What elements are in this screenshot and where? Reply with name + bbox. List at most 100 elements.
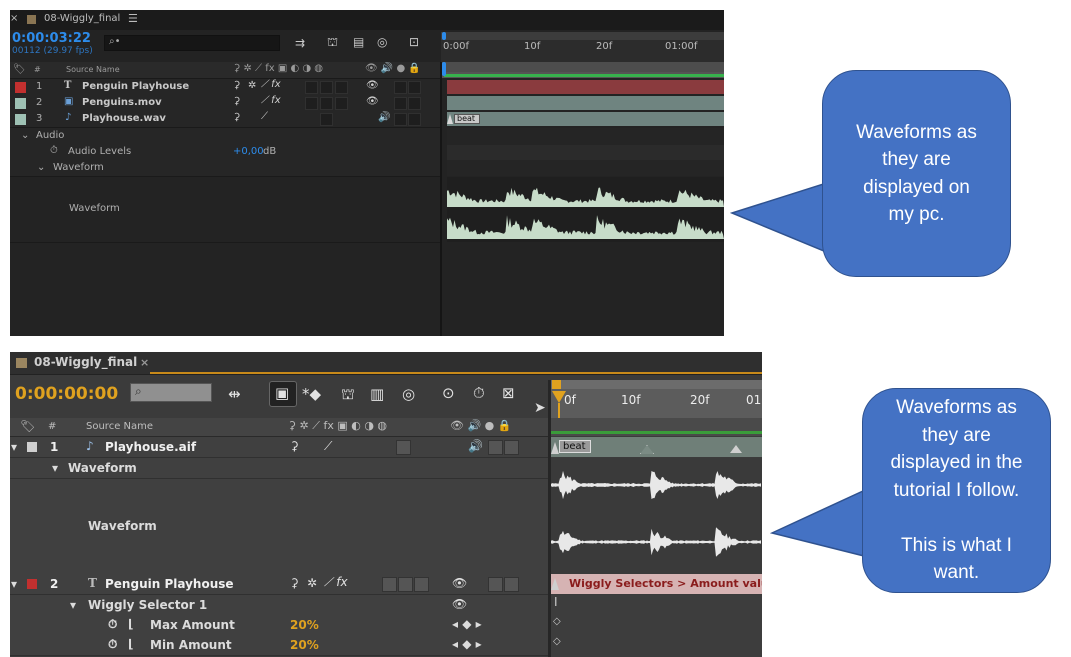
layer-name[interactable]: Penguin Playhouse <box>105 577 234 591</box>
brainstorm-icon[interactable]: ⊙ <box>442 384 455 402</box>
layer-row[interactable]: ▾ 2 T Penguin Playhouse ⚳ ✲ ⟋ fx 👁 <box>10 574 550 595</box>
work-area-bar[interactable] <box>550 418 762 436</box>
graph-icon[interactable]: ⌊ <box>128 637 133 651</box>
collapse-switch-icon[interactable]: ✲ <box>307 576 317 590</box>
property-group-row[interactable]: ⌄ Waveform <box>10 160 441 177</box>
label-color-swatch[interactable] <box>27 442 37 452</box>
draft-3d-icon[interactable]: *◆ <box>302 385 321 403</box>
property-group-row[interactable]: ⌄ Audio <box>10 128 441 145</box>
quality-switch-icon[interactable]: ⟋ fx <box>261 95 281 106</box>
audio-levels-value[interactable]: +0,00 <box>233 146 264 157</box>
switch-cell[interactable] <box>320 97 333 110</box>
visibility-eye-icon[interactable]: 👁 <box>366 80 379 91</box>
switch-cell[interactable] <box>382 577 397 592</box>
visibility-eye-icon[interactable]: 👁 <box>452 576 467 590</box>
shy-switch-icon[interactable]: ⚳ <box>233 96 240 107</box>
time-ruler[interactable]: 0:00f 10f 20f 01:00f <box>441 32 724 62</box>
visibility-eye-icon[interactable]: 👁 <box>452 597 467 611</box>
layer-marker[interactable]: beat <box>454 114 480 124</box>
composition-flowchart-icon[interactable]: ⇹ <box>228 385 241 403</box>
time-ruler[interactable]: 0f 10f 20f 01:0 <box>550 380 762 418</box>
frame-blending-icon[interactable]: ▤ <box>353 35 364 49</box>
audio-group-label[interactable]: Audio <box>36 130 64 141</box>
min-amount-value[interactable]: 20% <box>290 638 319 652</box>
layer-duration-bar[interactable] <box>447 112 724 126</box>
graph-editor-icon[interactable]: ⊠ <box>502 384 515 402</box>
frame-blending-icon[interactable]: ▥ <box>370 385 384 403</box>
stopwatch-icon[interactable]: ⏱ <box>108 617 117 632</box>
layer-row[interactable]: 2 ▣ Penguins.mov ⚳ ⟋ fx 👁 <box>10 95 441 112</box>
layer-name[interactable]: Penguin Playhouse <box>82 81 189 92</box>
hamburger-icon[interactable]: ☰ <box>128 12 138 25</box>
switch-cell[interactable] <box>394 81 407 94</box>
shy-switch-icon[interactable]: ⚳ <box>290 439 299 453</box>
visibility-eye-icon[interactable]: 👁 <box>366 96 379 107</box>
search-input[interactable]: ⌕• <box>104 35 280 51</box>
layer-duration-bar[interactable] <box>447 96 724 110</box>
quality-switch-icon[interactable]: ⟋ <box>324 439 332 454</box>
hide-shy-layers-icon[interactable]: ⛫ <box>341 385 355 405</box>
layer-marker[interactable]: beat <box>559 440 591 453</box>
switch-cell[interactable] <box>414 577 429 592</box>
switch-cell[interactable] <box>488 440 503 455</box>
playhead[interactable] <box>442 62 446 76</box>
expand-arrow-icon[interactable]: ▾ <box>52 461 58 475</box>
layer-duration-bar[interactable]: Wiggly Selectors > Amount values f <box>551 574 762 594</box>
composition-tab-title[interactable]: 08-Wiggly_final <box>34 355 137 369</box>
audio-speaker-icon[interactable]: 🔊 <box>378 112 390 123</box>
switch-cell[interactable] <box>305 81 318 94</box>
label-color-swatch[interactable] <box>15 98 26 109</box>
label-color-swatch[interactable] <box>15 82 26 93</box>
layer-duration-bar[interactable] <box>447 80 724 94</box>
comp-marker-icon[interactable]: ⛫ <box>327 35 338 51</box>
layer-row[interactable]: ▾ 1 ♪ Playhouse.aif ⚳ ⟋ 🔊 <box>10 437 550 458</box>
shy-switch-icon[interactable]: ⚳ <box>233 80 240 91</box>
wiggly-selector-label[interactable]: Wiggly Selector 1 <box>88 598 207 612</box>
collapse-switch-icon[interactable]: ✲ <box>248 80 256 91</box>
label-color-swatch[interactable] <box>27 579 37 589</box>
switch-cell[interactable] <box>320 113 333 126</box>
composition-flowchart-icon[interactable]: ⇉ <box>295 36 305 50</box>
switch-cell[interactable] <box>504 440 519 455</box>
stopwatch-icon[interactable]: ⏱ <box>108 637 117 652</box>
quality-switch-icon[interactable]: ⟋ fx <box>261 79 281 90</box>
auto-keyframe-icon[interactable]: ⏱ <box>473 384 485 402</box>
work-area-bar[interactable] <box>441 62 724 78</box>
quality-switch-icon[interactable]: ⟋ <box>261 111 268 122</box>
switch-cell[interactable] <box>408 97 421 110</box>
expand-arrow-icon[interactable]: ▾ <box>70 598 76 612</box>
quality-switch-icon[interactable]: ⟋ fx <box>324 575 348 590</box>
switch-cell[interactable] <box>394 97 407 110</box>
switch-cell[interactable] <box>305 97 318 110</box>
waveform-group-label[interactable]: Waveform <box>68 461 137 475</box>
work-area-start-handle[interactable] <box>552 380 561 389</box>
layer-row[interactable]: 1 T Penguin Playhouse ⚳ ✲ ⟋ fx 👁 <box>10 79 441 96</box>
composition-tab-title[interactable]: 08-Wiggly_final <box>44 13 120 24</box>
live-update-button[interactable]: ▣ <box>269 381 297 407</box>
switch-cell[interactable] <box>335 97 348 110</box>
waveform-group-label[interactable]: Waveform <box>53 162 104 173</box>
property-row[interactable]: ⏱ ⌊ Max Amount 20% ◂ ◆ ▸ <box>10 615 550 636</box>
switch-cell[interactable] <box>408 113 421 126</box>
shy-switch-icon[interactable]: ⚳ <box>290 576 299 590</box>
keyframe-diamond-icon[interactable]: ◇ <box>553 616 561 627</box>
timecode-display[interactable]: 0:00:00:00 <box>15 384 118 404</box>
layer-name[interactable]: Playhouse.wav <box>82 113 166 124</box>
expand-arrow-icon[interactable]: ⌄ <box>37 162 45 173</box>
switch-cell[interactable] <box>394 113 407 126</box>
switch-cell[interactable] <box>398 577 413 592</box>
graph-icon[interactable]: ⌊ <box>128 617 133 631</box>
switch-cell[interactable] <box>320 81 333 94</box>
expand-arrow-icon[interactable]: ▾ <box>11 577 17 591</box>
marker-triangle-icon[interactable] <box>551 578 559 590</box>
keyframe-navigator-icon[interactable]: ◂ ◆ ▸ <box>452 637 482 651</box>
shy-switch-icon[interactable]: ⚳ <box>233 112 240 123</box>
close-tab-icon[interactable]: × <box>140 356 149 369</box>
expand-arrow-icon[interactable]: ⌄ <box>21 130 29 141</box>
stopwatch-icon[interactable]: ⏱ <box>50 145 58 156</box>
panel-divider[interactable] <box>440 62 442 336</box>
label-color-swatch[interactable] <box>15 114 26 125</box>
timecode-display[interactable]: 0:00:03:22 <box>12 31 91 46</box>
layer-row[interactable]: 3 ♪ Playhouse.wav ⚳ ⟋ 🔊 <box>10 111 441 128</box>
switch-cell[interactable] <box>488 577 503 592</box>
